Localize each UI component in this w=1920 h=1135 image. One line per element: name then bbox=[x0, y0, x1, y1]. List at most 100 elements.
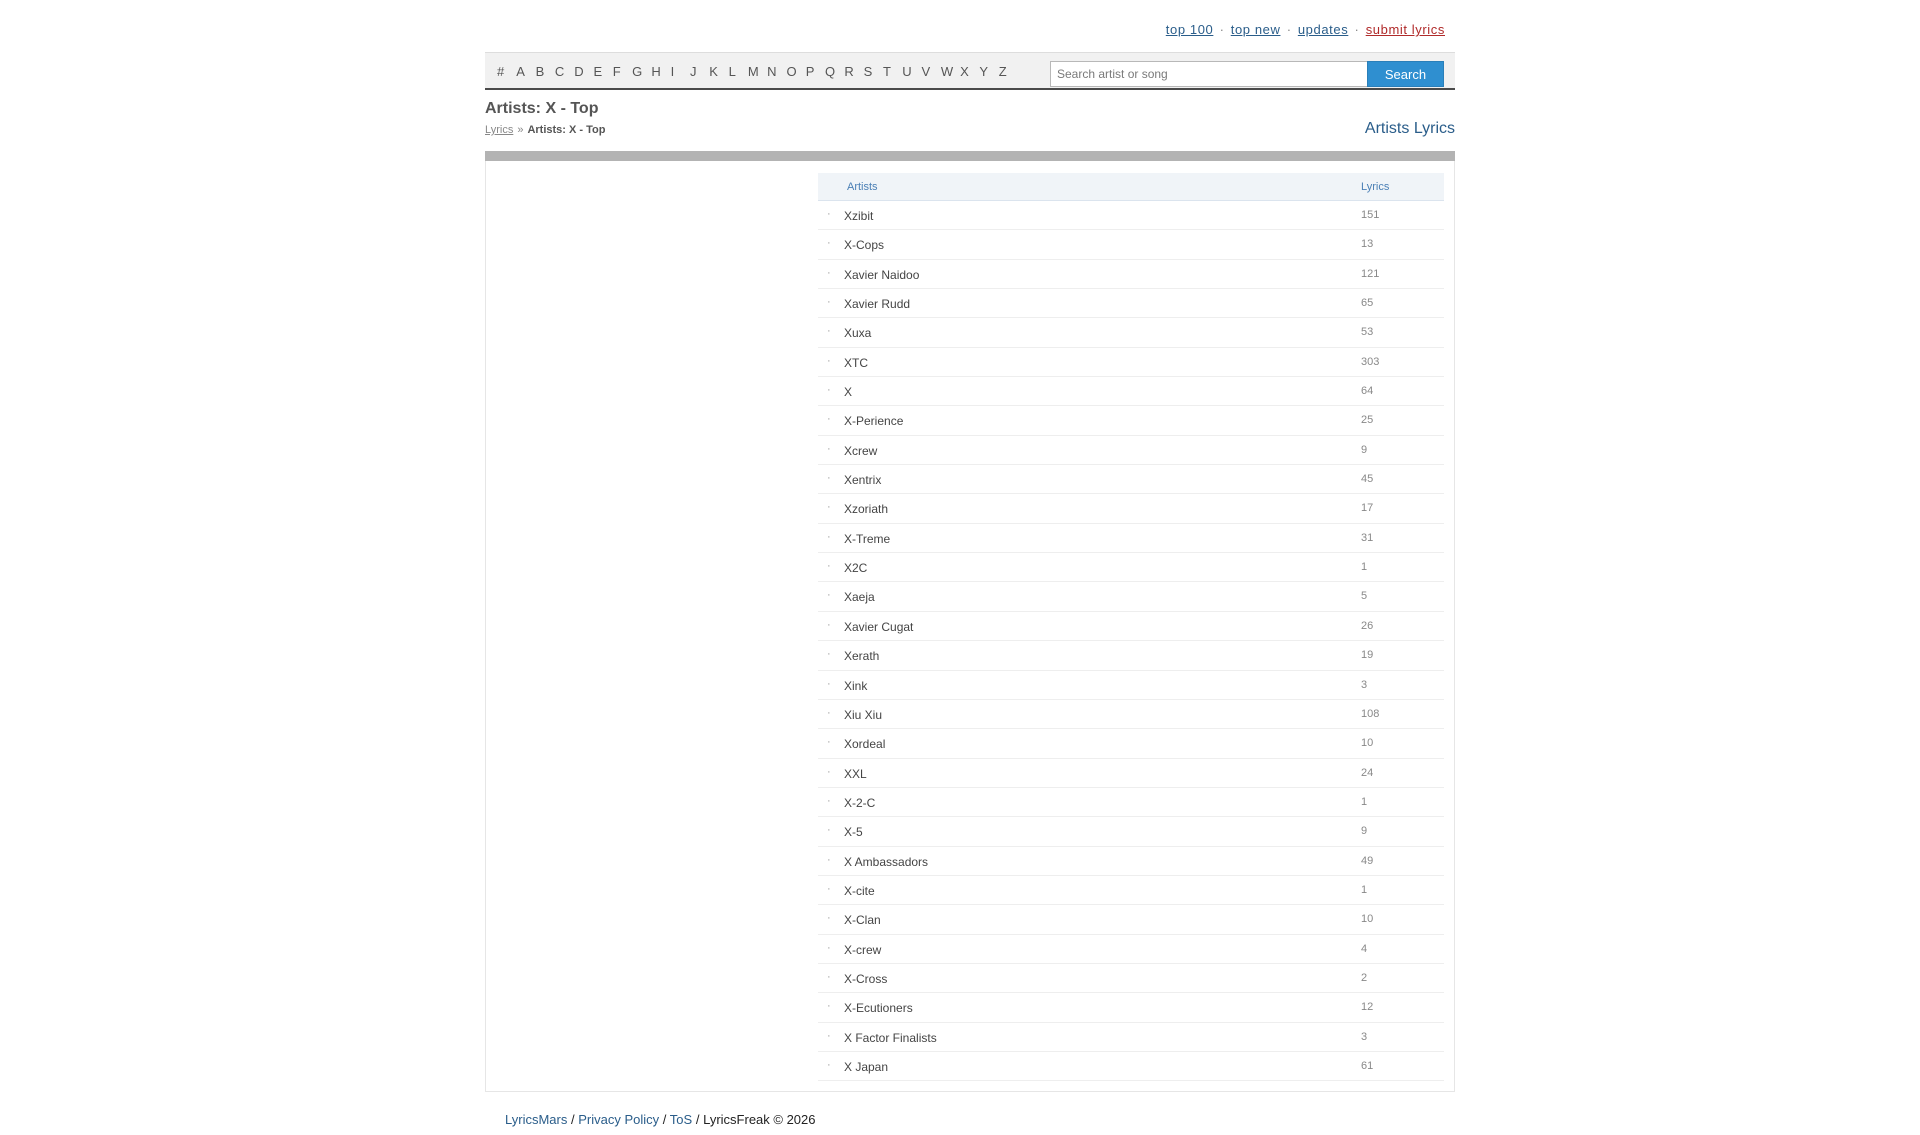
table-row: · X-5 9 bbox=[818, 817, 1444, 847]
alphabet-letter[interactable]: V bbox=[922, 64, 941, 79]
nav-separator: · bbox=[1354, 22, 1360, 37]
artist-link[interactable]: Xentrix bbox=[844, 473, 881, 487]
lyrics-count: 9 bbox=[1361, 825, 1368, 838]
artist-link[interactable]: Xavier Naidoo bbox=[844, 268, 919, 282]
alphabet-letter[interactable]: Q bbox=[825, 64, 844, 79]
artist-link[interactable]: XXL bbox=[844, 767, 867, 781]
artist-link[interactable]: X-Treme bbox=[844, 532, 890, 546]
alphabet-letter[interactable]: U bbox=[902, 64, 921, 79]
footer: LyricsMars / Privacy Policy / ToS / Lyri… bbox=[505, 1112, 816, 1127]
submit-lyrics-link[interactable]: submit lyrics bbox=[1366, 22, 1445, 37]
lyrics-count: 24 bbox=[1361, 766, 1374, 779]
table-row: · Xentrix 45 bbox=[818, 465, 1444, 495]
nav-separator: · bbox=[1219, 22, 1225, 37]
artist-link[interactable]: X-Perience bbox=[844, 414, 903, 428]
artist-link[interactable]: Xzibit bbox=[844, 209, 873, 223]
artist-link[interactable]: X-Clan bbox=[844, 913, 881, 927]
bullet-icon: · bbox=[827, 296, 831, 309]
artist-link[interactable]: X-Cross bbox=[844, 972, 887, 986]
bullet-icon: · bbox=[827, 413, 831, 426]
lyrics-count: 3 bbox=[1361, 1030, 1368, 1043]
bullet-icon: · bbox=[827, 589, 831, 602]
alphabet-letter[interactable]: H bbox=[651, 64, 670, 79]
lyrics-count: 151 bbox=[1361, 209, 1380, 221]
search-input[interactable] bbox=[1050, 61, 1368, 87]
artist-link[interactable]: X2C bbox=[844, 561, 867, 575]
alphabet-bar: # A B C D E F G H I J K L M N O P Q R S T U V W X Y Z Search bbox=[485, 52, 1455, 90]
top-new-link[interactable]: top new bbox=[1231, 22, 1281, 37]
artist-link[interactable]: Xaeja bbox=[844, 590, 875, 604]
artist-link[interactable]: Xiu Xiu bbox=[844, 708, 882, 722]
alphabet-letter[interactable]: W bbox=[941, 64, 960, 79]
alphabet-letter[interactable]: Z bbox=[999, 64, 1018, 79]
artist-link[interactable]: Xerath bbox=[844, 649, 879, 663]
breadcrumb-lyrics-link[interactable]: Lyrics bbox=[485, 124, 513, 136]
updates-link[interactable]: updates bbox=[1298, 22, 1348, 37]
table-row: · X2C 1 bbox=[818, 553, 1444, 583]
artist-link[interactable]: X Ambassadors bbox=[844, 855, 928, 869]
artist-link[interactable]: X bbox=[844, 385, 852, 399]
alphabet-letter[interactable]: P bbox=[806, 64, 825, 79]
alphabet-letter[interactable]: R bbox=[844, 64, 863, 79]
header-artists[interactable]: Artists bbox=[847, 181, 878, 193]
alphabet-letter[interactable]: X bbox=[960, 64, 979, 79]
footer-tos-link[interactable]: ToS bbox=[670, 1112, 692, 1127]
artist-link[interactable]: Xcrew bbox=[844, 444, 877, 458]
alphabet-letter[interactable]: S bbox=[864, 64, 883, 79]
alphabet-letter[interactable]: G bbox=[632, 64, 651, 79]
artist-link[interactable]: Xavier Cugat bbox=[844, 620, 913, 634]
artist-link[interactable]: Xink bbox=[844, 679, 867, 693]
footer-copyright: LyricsFreak © 2026 bbox=[703, 1112, 816, 1127]
artist-link[interactable]: Xzoriath bbox=[844, 502, 888, 516]
bullet-icon: · bbox=[827, 501, 831, 514]
table-row: · X-2-C 1 bbox=[818, 788, 1444, 818]
table-row: · XXL 24 bbox=[818, 759, 1444, 788]
alphabet-letter[interactable]: O bbox=[786, 64, 805, 79]
artist-link[interactable]: X Factor Finalists bbox=[844, 1031, 937, 1045]
footer-lyricsmars-link[interactable]: LyricsMars bbox=[505, 1112, 567, 1127]
table-row: · Xaeja 5 bbox=[818, 582, 1444, 612]
section-title: Artists Lyrics bbox=[1364, 120, 1455, 137]
lyrics-count: 4 bbox=[1361, 942, 1368, 955]
artist-link[interactable]: X-5 bbox=[844, 825, 863, 839]
alphabet-letter[interactable]: K bbox=[709, 64, 728, 79]
top-100-link[interactable]: top 100 bbox=[1166, 22, 1214, 37]
artist-link[interactable]: X-2-C bbox=[844, 796, 875, 810]
alphabet-letter[interactable]: L bbox=[729, 64, 748, 79]
alphabet-letter[interactable]: B bbox=[536, 64, 555, 79]
table-row: · X Ambassadors 49 bbox=[818, 847, 1444, 876]
table-row: · Xerath 19 bbox=[818, 641, 1444, 671]
artist-link[interactable]: Xavier Rudd bbox=[844, 297, 910, 311]
artist-link[interactable]: XTC bbox=[844, 356, 868, 370]
alphabet-letter[interactable]: D bbox=[574, 64, 593, 79]
alphabet-letter[interactable]: F bbox=[613, 64, 632, 79]
header-lyrics[interactable]: Lyrics bbox=[1361, 181, 1389, 193]
alphabet-letter[interactable]: C bbox=[555, 64, 574, 79]
alphabet-letter[interactable]: J bbox=[690, 64, 709, 79]
table-row: · X-Ecutioners 12 bbox=[818, 993, 1444, 1023]
lyrics-count: 1 bbox=[1361, 883, 1368, 896]
bullet-icon: · bbox=[827, 882, 831, 895]
artist-link[interactable]: Xordeal bbox=[844, 737, 885, 751]
artist-link[interactable]: X-crew bbox=[844, 943, 881, 957]
artist-link[interactable]: Xuxa bbox=[844, 326, 871, 340]
alphabet-letter[interactable]: I bbox=[671, 64, 690, 79]
table-row: · X Factor Finalists 3 bbox=[818, 1023, 1444, 1052]
alphabet-letter[interactable]: # bbox=[497, 64, 516, 79]
search-button[interactable]: Search bbox=[1367, 61, 1444, 87]
footer-privacy-link[interactable]: Privacy Policy bbox=[578, 1112, 659, 1127]
alphabet-letter[interactable]: N bbox=[767, 64, 786, 79]
artist-link[interactable]: X Japan bbox=[844, 1060, 888, 1074]
artist-link[interactable]: X-Cops bbox=[844, 238, 884, 252]
artist-link[interactable]: X-cite bbox=[844, 884, 875, 898]
artist-link[interactable]: X-Ecutioners bbox=[844, 1001, 913, 1015]
alphabet-letter[interactable]: E bbox=[593, 64, 612, 79]
alphabet-letter[interactable]: Y bbox=[979, 64, 998, 79]
lyrics-count: 25 bbox=[1361, 414, 1374, 427]
bullet-icon: · bbox=[827, 618, 831, 631]
alphabet-letter[interactable]: T bbox=[883, 64, 902, 79]
alphabet-letter[interactable]: A bbox=[516, 64, 535, 79]
alphabet-letter[interactable]: M bbox=[748, 64, 767, 79]
lyrics-count: 19 bbox=[1361, 649, 1374, 662]
lyrics-count: 61 bbox=[1361, 1059, 1374, 1072]
